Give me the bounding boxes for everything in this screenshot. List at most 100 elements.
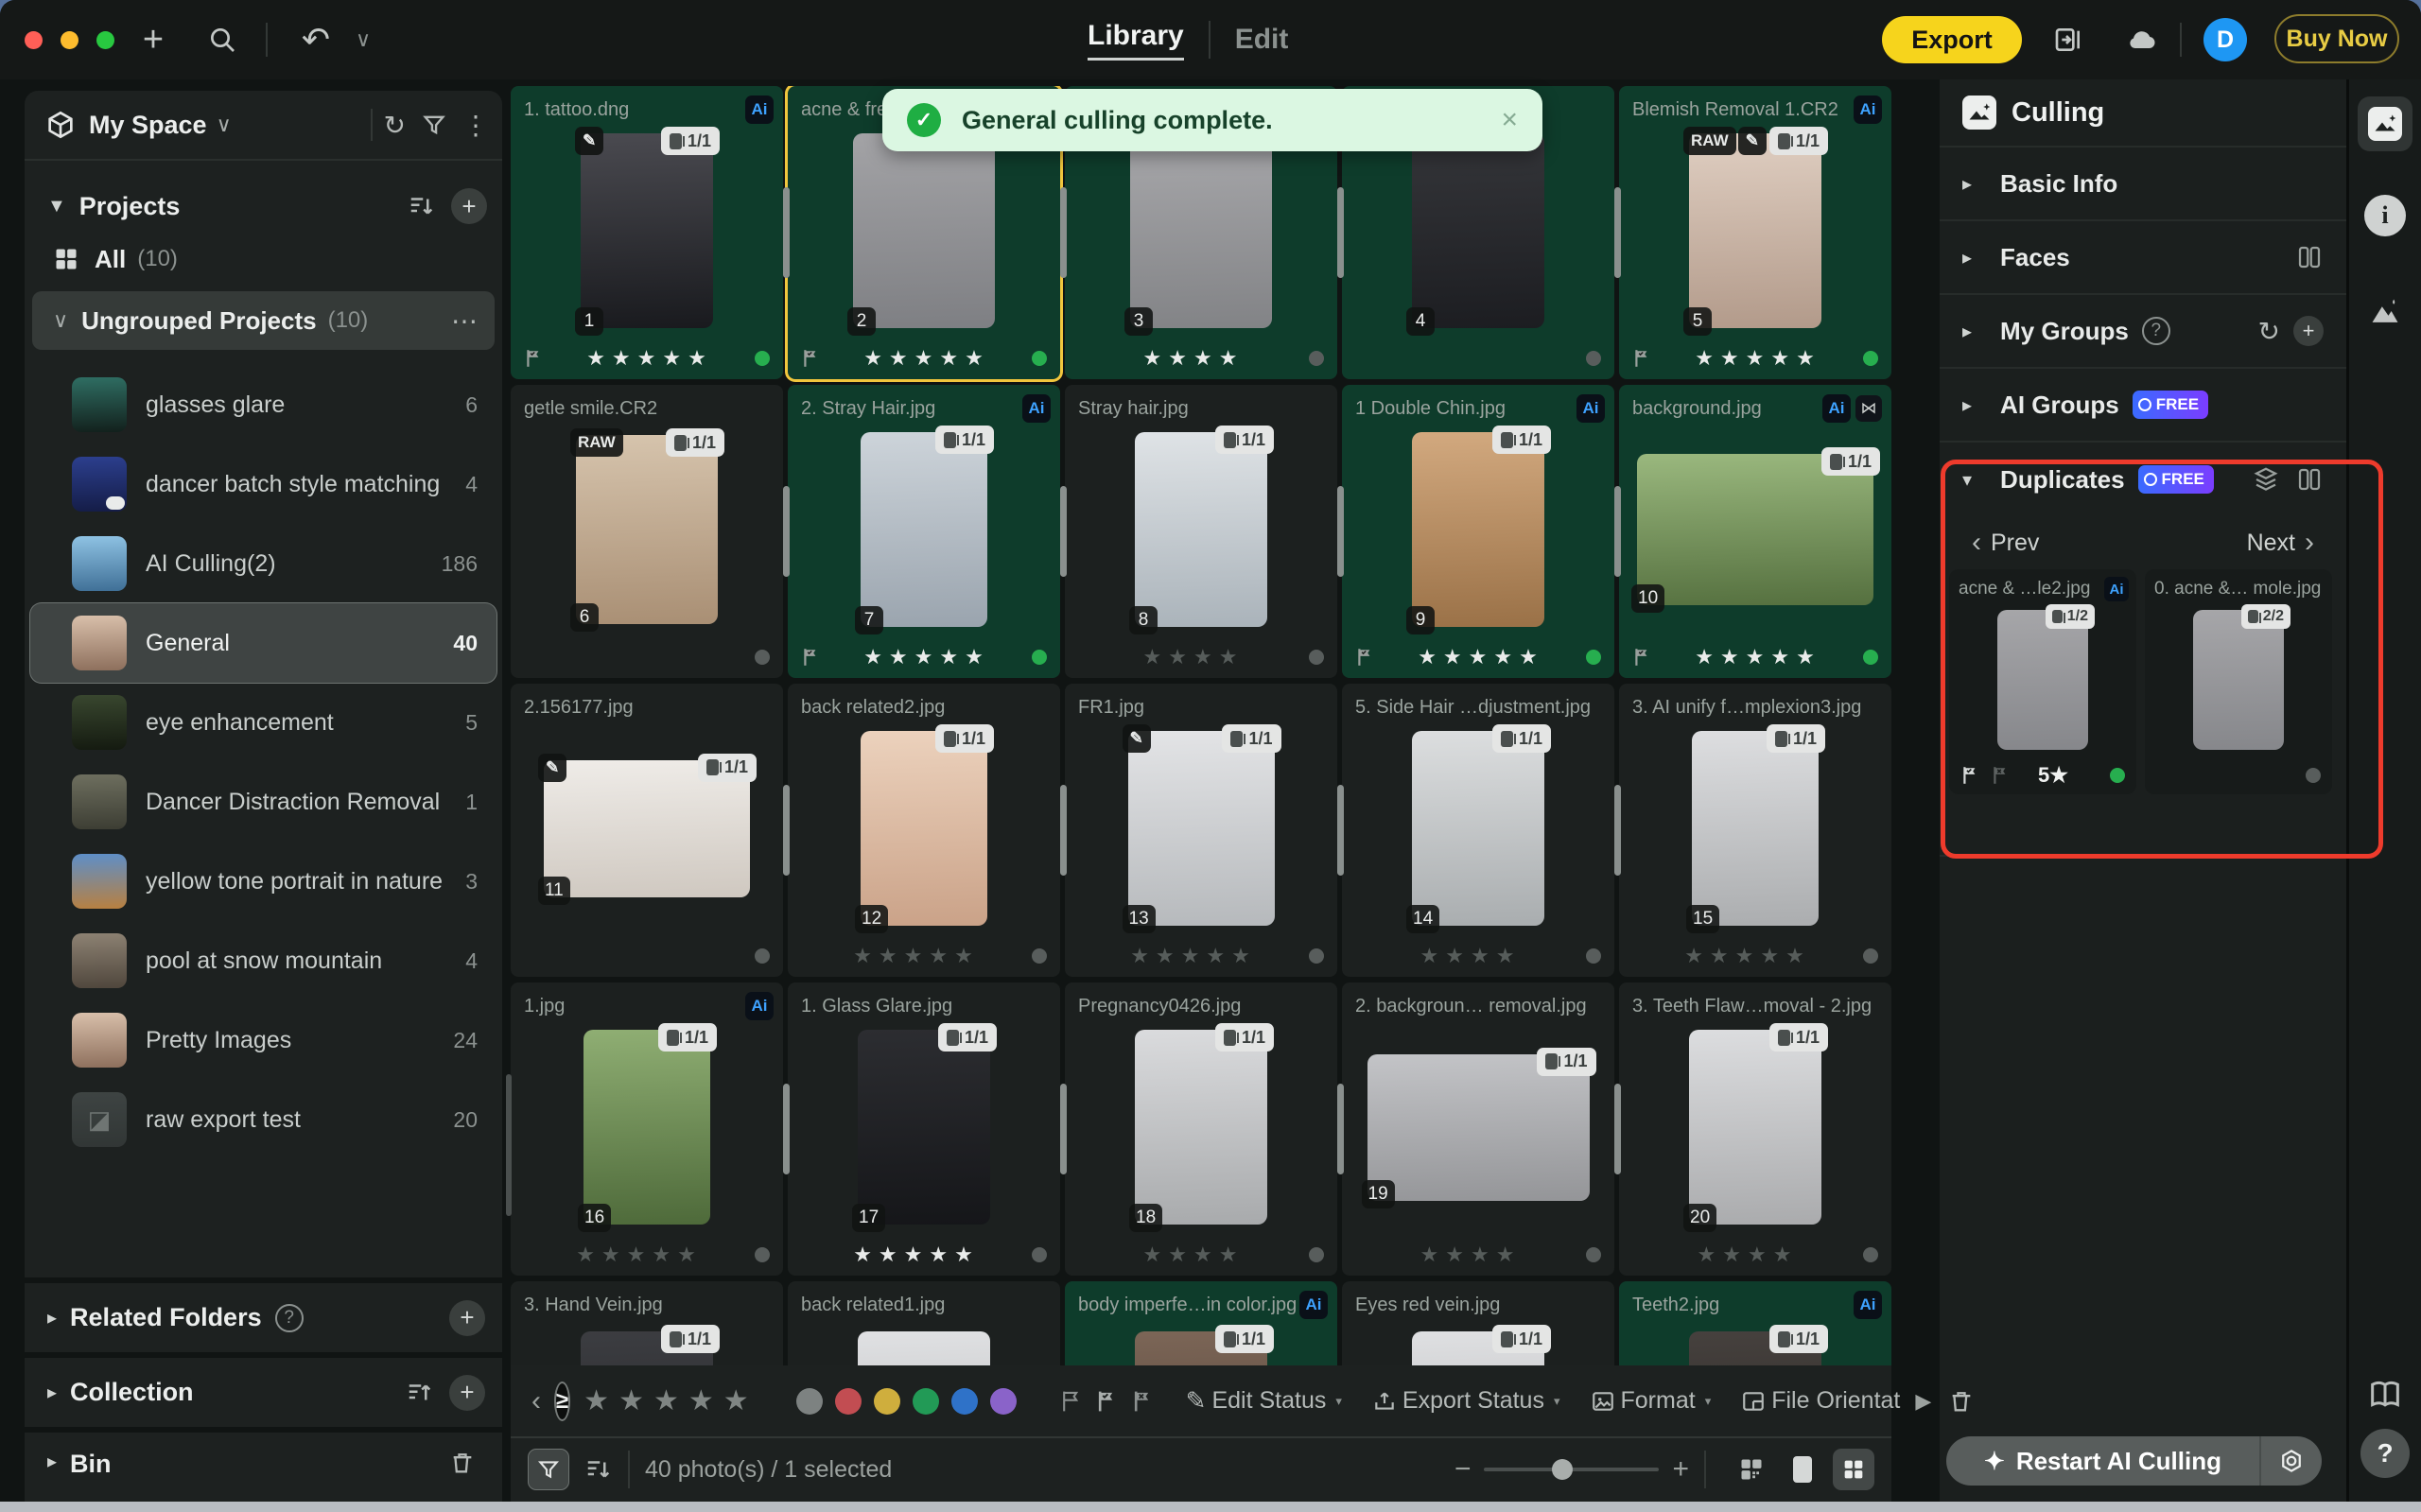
zoom-out-icon[interactable]: −	[1454, 1453, 1472, 1486]
next-button[interactable]: Next	[2247, 530, 2295, 557]
next-chevron-icon[interactable]: ›	[2305, 527, 2314, 559]
photo-tile[interactable]: 3. AI unify f…mplexion3.jpg	[1619, 684, 1891, 977]
toolbar-trash-icon[interactable]	[1948, 1388, 1975, 1415]
workspace-header[interactable]: My Space ∨ ↻ ⋮	[25, 91, 502, 161]
color-label-dot[interactable]	[1586, 1247, 1601, 1262]
duplicate-card[interactable]: acne & …le2.jpg Ai 1/2	[1949, 569, 2136, 794]
star-rating[interactable]: ★★★★	[1078, 1243, 1309, 1267]
duplicate-thumbnail[interactable]: 1/2	[1997, 610, 2088, 750]
search-icon[interactable]	[201, 0, 243, 79]
photo-thumbnail[interactable]: 1/1 10	[1637, 454, 1873, 605]
star-rating[interactable]: ★★★★	[1078, 346, 1309, 371]
my-groups-collapse-icon[interactable]: ▸	[1962, 320, 1972, 343]
tile-scrub-handle[interactable]	[1337, 1084, 1344, 1174]
tile-scrub-handle[interactable]	[783, 1084, 790, 1174]
sidebar-item-all[interactable]: All (10)	[25, 233, 502, 286]
faces-collapse-icon[interactable]: ▸	[1962, 246, 1972, 269]
sidebar-project-item[interactable]: General 40	[30, 603, 496, 683]
color-label-button[interactable]	[913, 1388, 939, 1415]
sidebar-project-item[interactable]: pool at snow mountain 4	[30, 921, 496, 1000]
photo-tile[interactable]: 1.jpg Ai	[511, 982, 783, 1276]
duplicate-thumbnail[interactable]: 2/2	[2193, 610, 2284, 750]
color-label-dot[interactable]	[755, 650, 770, 665]
rail-culling-tool-button[interactable]	[2358, 96, 2412, 151]
tile-scrub-handle[interactable]	[1060, 1084, 1067, 1174]
color-label-dot[interactable]	[1032, 351, 1047, 366]
color-label-dot[interactable]	[1309, 1247, 1324, 1262]
star-rating[interactable]: ★★★★★	[1632, 944, 1863, 968]
export-status-button[interactable]: Export Status	[1402, 1387, 1544, 1415]
grid-sort-icon[interactable]	[584, 1455, 613, 1484]
photo-thumbnail[interactable]: 1/1 18	[1135, 1030, 1267, 1225]
color-label-dot[interactable]	[755, 1247, 770, 1262]
sort-collection-icon[interactable]	[406, 1379, 434, 1407]
edit-status-button[interactable]: Edit Status	[1211, 1387, 1326, 1415]
color-label-dot[interactable]	[1863, 351, 1878, 366]
photo-thumbnail[interactable]: ✎ 1/1 1	[581, 133, 713, 328]
ungrouped-more-icon[interactable]: ⋯	[451, 305, 479, 337]
color-label-button[interactable]	[951, 1388, 978, 1415]
tile-scrub-handle[interactable]	[1337, 486, 1344, 577]
add-related-folder-button[interactable]: +	[449, 1300, 485, 1336]
photo-tile[interactable]: back related2.jpg	[788, 684, 1060, 977]
color-label-dot[interactable]	[755, 351, 770, 366]
photo-thumbnail[interactable]: 4	[1412, 133, 1544, 328]
section-ai-groups[interactable]: ▸ AI Groups FREE	[1940, 369, 2346, 443]
photo-tile[interactable]: 5. Side Hair …djustment.jpg	[1342, 684, 1614, 977]
tile-scrub-handle[interactable]	[1060, 187, 1067, 278]
photo-tile[interactable]: FR1.jpg ✎	[1065, 684, 1337, 977]
photo-thumbnail[interactable]: 1/1 16	[583, 1030, 710, 1225]
restart-ai-culling-button[interactable]: ✦ Restart AI Culling	[1946, 1436, 2322, 1486]
tile-scrub-handle[interactable]	[783, 785, 790, 876]
section-duplicates[interactable]: ▾ Duplicates FREE	[1940, 443, 2346, 516]
pick-flag-icon[interactable]	[1632, 647, 1653, 668]
photo-tile[interactable]: 1 Double Chin.jpg Ai	[1342, 385, 1614, 678]
rating-filter-gte-button[interactable]: ≥	[554, 1382, 570, 1421]
photo-thumbnail[interactable]: ✎ 1/1 11	[544, 760, 750, 897]
photo-tile[interactable]: background.jpg Ai ⋈	[1619, 385, 1891, 678]
star-rating[interactable]: ★★★★★	[1653, 645, 1863, 669]
color-label-button[interactable]	[990, 1388, 1017, 1415]
duplicates-compare-icon[interactable]	[2295, 465, 2324, 494]
pick-flag-icon[interactable]	[801, 647, 822, 668]
photo-tile[interactable]: 1. tattoo.dng Ai ✎	[511, 86, 783, 379]
star-rating[interactable]: ★★★★	[1078, 645, 1309, 669]
ungrouped-chevron-icon[interactable]: ∨	[53, 308, 68, 333]
photo-thumbnail[interactable]: RAW 1/1 6	[576, 435, 718, 624]
file-orientation-button[interactable]: File Orientat	[1771, 1387, 1900, 1415]
sidebar-project-item[interactable]: eye enhancement 5	[30, 683, 496, 762]
photo-thumbnail[interactable]: RAW ✎ 1/1 5	[1689, 133, 1821, 328]
projects-collapse-icon[interactable]: ▼	[47, 196, 66, 217]
photo-thumbnail[interactable]: ✎ 1/1 13	[1128, 731, 1275, 926]
sidebar-project-item[interactable]: ◪ raw export test 20	[30, 1080, 496, 1159]
color-label-dot[interactable]	[1863, 1247, 1878, 1262]
thumbnail-size-slider[interactable]	[1484, 1468, 1659, 1471]
close-window-button[interactable]	[25, 31, 43, 49]
rail-edit-tool-button[interactable]	[2358, 284, 2412, 339]
star-rating[interactable]: ★★★★★	[801, 1243, 1032, 1267]
prev-chevron-icon[interactable]: ‹	[1972, 527, 1981, 559]
tile-scrub-handle[interactable]	[1614, 1084, 1621, 1174]
section-my-groups[interactable]: ▸ My Groups ? ↻ +	[1940, 295, 2346, 369]
star-rating[interactable]: ★★★★	[1355, 944, 1586, 968]
pick-flag-icon[interactable]	[1355, 647, 1376, 668]
color-label-dot[interactable]	[1309, 948, 1324, 964]
view-grid-detail-button[interactable]	[1731, 1449, 1772, 1490]
color-label-dot[interactable]	[1863, 650, 1878, 665]
photo-tile[interactable]: Pregnancy0426.jpg	[1065, 982, 1337, 1276]
view-grid-button[interactable]	[1833, 1449, 1874, 1490]
star-rating[interactable]: ★★★★★	[1653, 346, 1863, 371]
tile-scrub-handle[interactable]	[783, 486, 790, 577]
help-button[interactable]: ?	[2360, 1429, 2410, 1478]
duplicate-card[interactable]: 0. acne &… mole.jpg 2/2	[2145, 569, 2332, 794]
avatar[interactable]: D	[2203, 18, 2247, 61]
undo-icon[interactable]: ↶	[295, 0, 337, 79]
color-label-dot[interactable]	[1032, 948, 1047, 964]
bin-collapse-icon[interactable]: ▸	[47, 1450, 57, 1473]
photo-tile[interactable]: 2. backgroun… removal.jpg	[1342, 982, 1614, 1276]
filter-icon[interactable]	[421, 112, 447, 138]
tile-scrub-handle[interactable]	[1337, 187, 1344, 278]
sidebar-project-item[interactable]: Dancer Distraction Removal 1	[30, 762, 496, 842]
flag-reject-icon[interactable]	[1131, 1389, 1156, 1414]
related-folders-collapse-icon[interactable]: ▸	[47, 1306, 57, 1330]
